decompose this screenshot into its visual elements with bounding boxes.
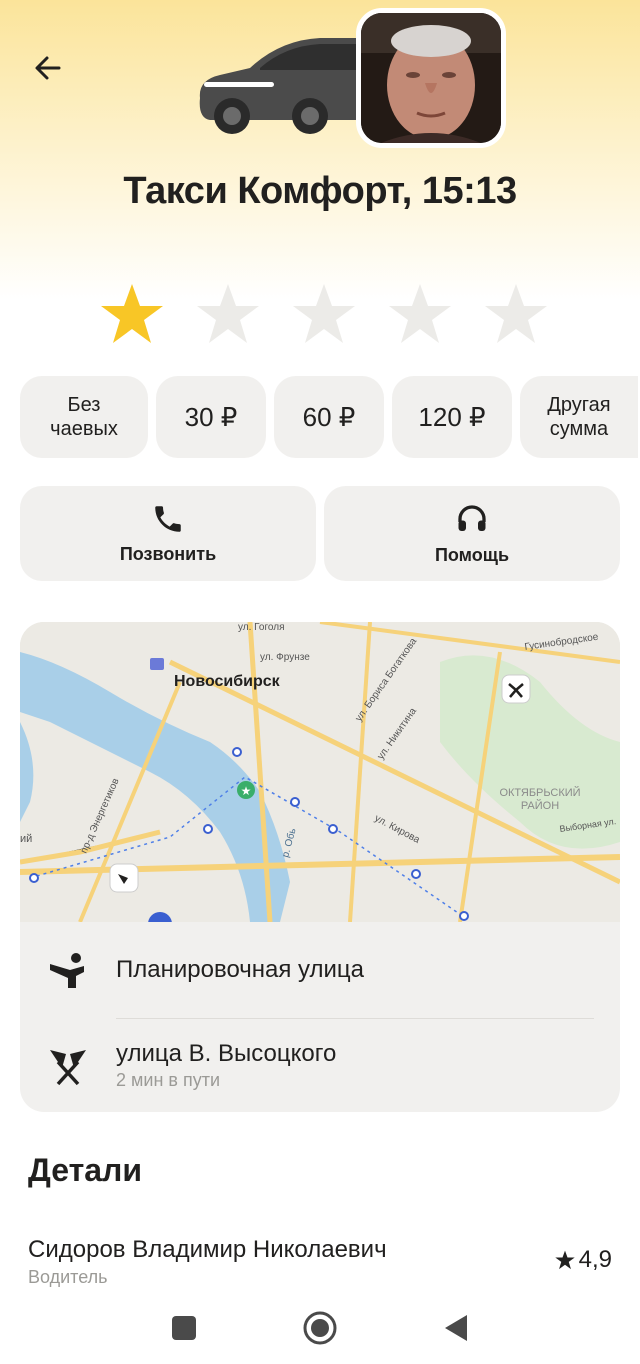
nav-recents-button[interactable] <box>164 1308 204 1348</box>
map-street-label: ул. Гоголя <box>238 622 285 633</box>
checkered-flags-icon <box>50 1050 86 1086</box>
action-buttons: Позвонить Помощь <box>20 486 620 581</box>
driver-role: Водитель <box>28 1267 108 1287</box>
circle-icon <box>303 1311 337 1345</box>
nav-back-button[interactable] <box>436 1308 476 1348</box>
person-waving-icon <box>50 953 84 988</box>
driver-name[interactable]: Сидоров Владимир Николаевич <box>28 1236 387 1264</box>
star-4-icon[interactable] <box>388 282 452 346</box>
tip-none-button[interactable]: Без чаевых <box>20 376 148 458</box>
svg-text:★: ★ <box>241 784 252 798</box>
route-map[interactable]: ★ Новосибирск ул. Гоголя ул. Фрунзе Гуси… <box>20 622 620 922</box>
driver-avatar <box>356 8 506 148</box>
route-from-address[interactable]: Планировочная улица <box>116 956 364 984</box>
tip-30-button[interactable]: 30 ₽ <box>156 376 266 458</box>
route-to-address[interactable]: улица В. Высоцкого <box>116 1040 336 1068</box>
map-destination-pin[interactable] <box>501 674 531 704</box>
help-button[interactable]: Помощь <box>324 486 620 581</box>
details-heading: Детали <box>28 1152 143 1188</box>
tip-120-button[interactable]: 120 ₽ <box>392 376 512 458</box>
square-icon <box>172 1316 196 1340</box>
back-button[interactable] <box>28 48 68 88</box>
help-label: Помощь <box>434 545 510 565</box>
route-divider <box>116 1018 594 1019</box>
phone-icon <box>155 506 181 532</box>
map-edge-label: ий <box>20 833 32 845</box>
star-3-icon[interactable] <box>292 282 356 346</box>
star-1-icon[interactable] <box>100 282 164 346</box>
tip-60-button[interactable]: 60 ₽ <box>274 376 384 458</box>
driver-rating-value: 4,9 <box>578 1246 612 1273</box>
car-illustration <box>199 38 375 134</box>
triangle-icon <box>445 1315 467 1341</box>
star-5-icon[interactable] <box>484 282 548 346</box>
route-card: ★ Новосибирск ул. Гоголя ул. Фрунзе Гуси… <box>20 622 620 1112</box>
map-pickup-pin[interactable] <box>109 863 139 893</box>
rating-stars[interactable] <box>100 282 548 346</box>
map-city-label: Новосибирск <box>174 673 281 690</box>
tip-custom-button[interactable]: Другая сумма <box>520 376 638 458</box>
system-navbar <box>0 1290 640 1364</box>
star-2-icon[interactable] <box>196 282 260 346</box>
headset-icon <box>458 505 486 531</box>
map-district-label: ОКТЯБРЬСКИЙ <box>499 786 580 799</box>
map-district-label: РАЙОН <box>521 799 559 812</box>
star-icon <box>554 1250 575 1270</box>
call-button[interactable]: Позвонить <box>20 486 316 581</box>
call-label: Позвонить <box>119 544 217 564</box>
arrow-left-icon <box>35 56 61 80</box>
route-eta: 2 мин в пути <box>116 1070 220 1090</box>
driver-rating: 4,9 <box>554 1246 612 1274</box>
map-street-label: ул. Фрунзе <box>260 652 310 663</box>
tip-options: Без чаевых 30 ₽ 60 ₽ 120 ₽ Другая сумма <box>20 376 638 458</box>
nav-home-button[interactable] <box>300 1308 340 1348</box>
page-title: Такси Комфорт, 15:13 <box>123 170 517 212</box>
